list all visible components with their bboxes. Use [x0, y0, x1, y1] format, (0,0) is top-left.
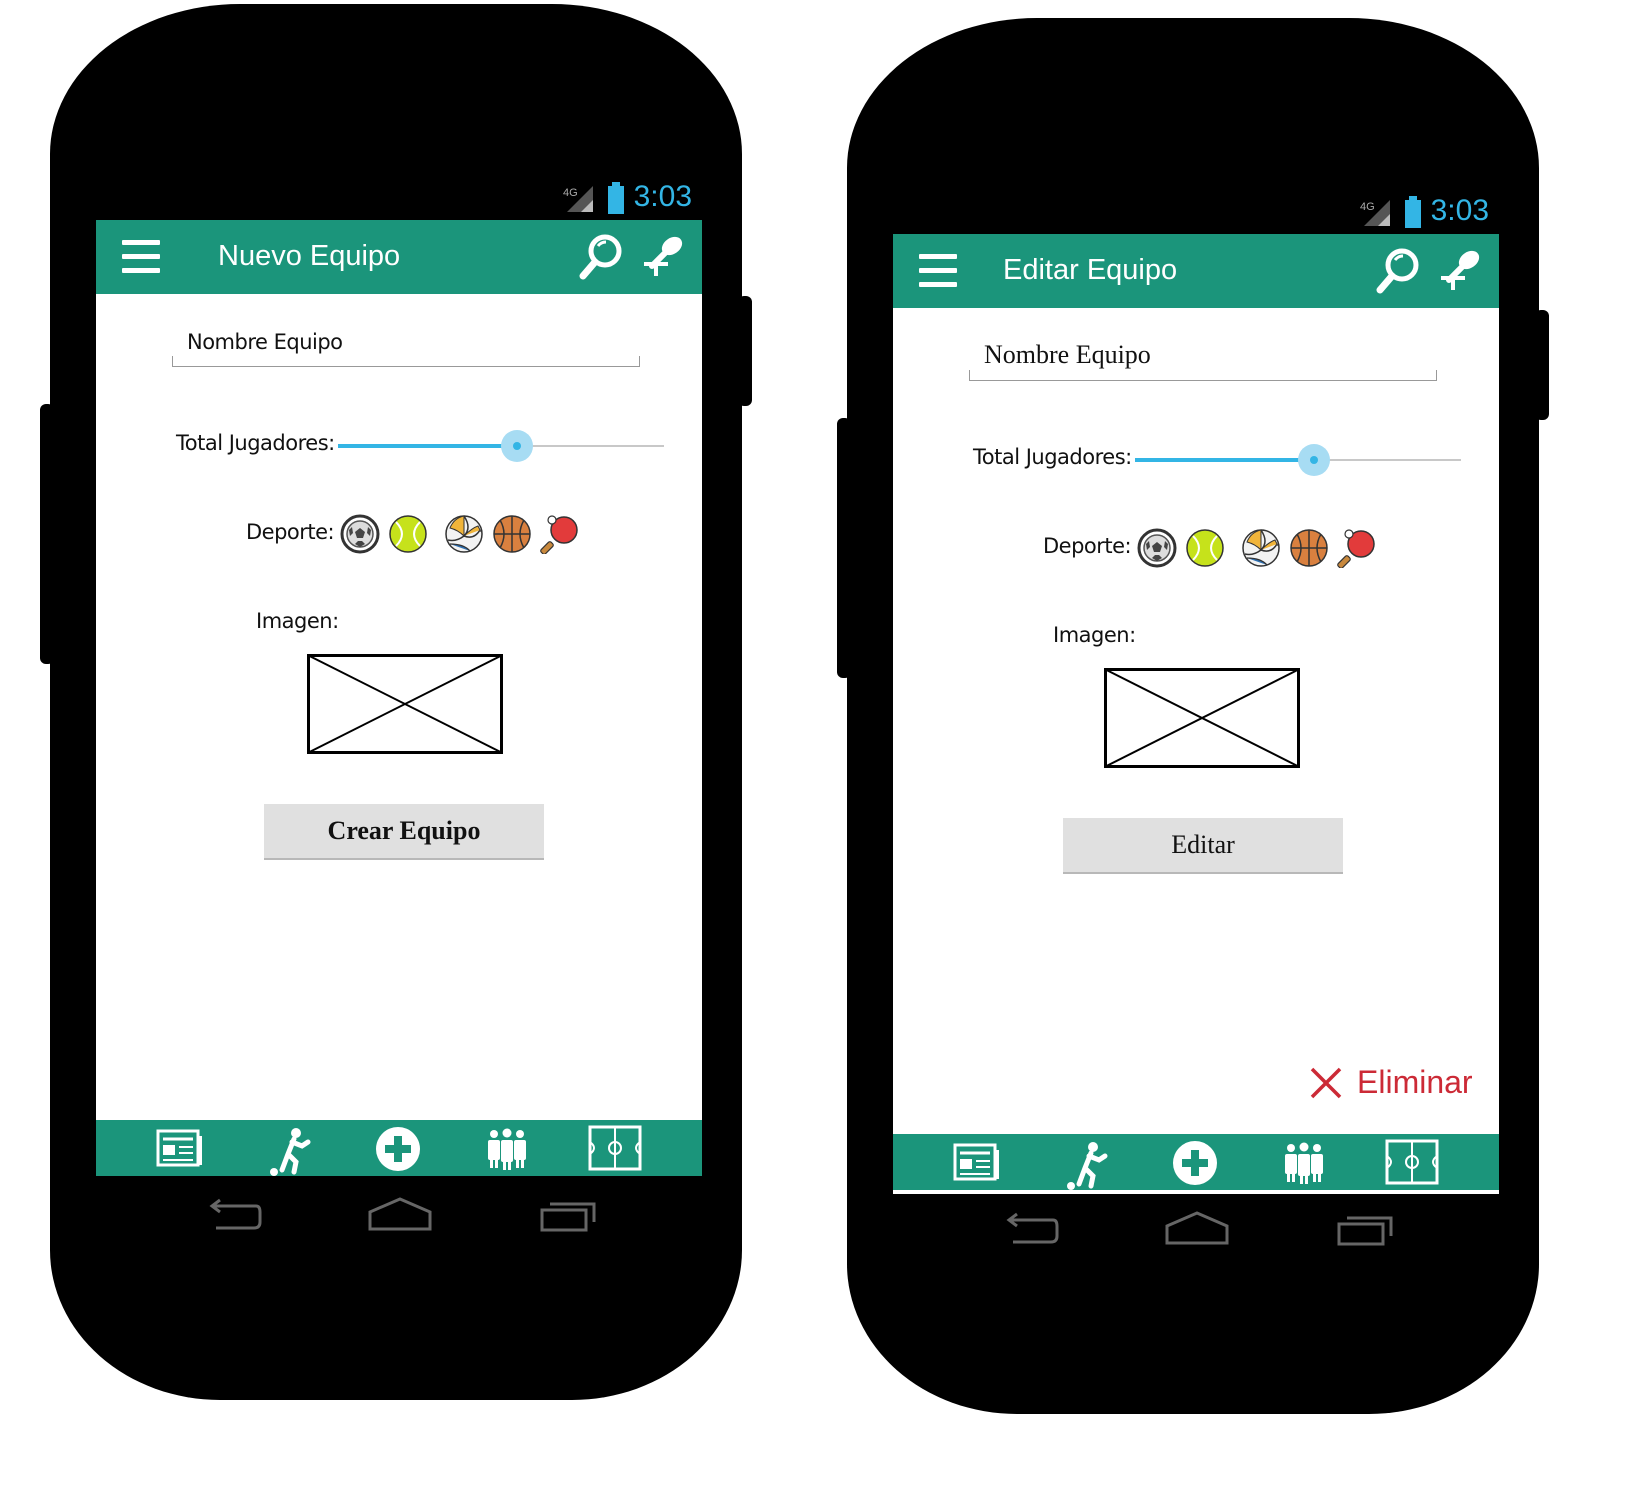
image-placeholder-icon[interactable] [307, 654, 503, 754]
svg-text:4G: 4G [1360, 201, 1375, 213]
power-button [738, 296, 752, 406]
image-label: Imagen: [1053, 623, 1136, 647]
team-name-placeholder: Nombre Equipo [187, 330, 343, 354]
player-icon[interactable] [1065, 1142, 1109, 1194]
recent-apps-icon[interactable] [1337, 1210, 1397, 1251]
search-icon[interactable] [1375, 246, 1421, 299]
microphone-icon[interactable] [1439, 248, 1483, 297]
home-icon[interactable] [1165, 1210, 1229, 1251]
app-bar: Editar Equipo [893, 234, 1499, 308]
image-label: Imagen: [256, 609, 339, 633]
hamburger-menu-icon[interactable] [122, 240, 160, 274]
ping-pong-paddle-icon[interactable] [540, 514, 580, 554]
status-bar: 4G 3:03 [96, 176, 702, 220]
field-icon[interactable] [1385, 1139, 1439, 1190]
basketball-icon[interactable] [492, 514, 532, 554]
delete-label: Eliminar [1357, 1064, 1473, 1100]
sport-label: Deporte: [1043, 534, 1132, 558]
add-icon[interactable] [375, 1126, 421, 1177]
battery-icon [1405, 196, 1421, 228]
soccer-ball-icon[interactable] [340, 514, 380, 554]
screen: 4G 3:03 Nuevo Equipo Nombre Equipo Total… [96, 176, 702, 1180]
clock: 3:03 [633, 180, 692, 213]
page-title: Nuevo Equipo [218, 240, 401, 272]
player-icon[interactable] [268, 1128, 312, 1180]
players-slider[interactable] [338, 430, 664, 462]
close-icon [1310, 1067, 1342, 1098]
clock: 3:03 [1430, 194, 1489, 227]
volume-button [40, 404, 54, 664]
sport-label: Deporte: [246, 520, 335, 544]
sport-picker [340, 514, 580, 554]
volleyball-icon[interactable] [1241, 528, 1281, 568]
volume-button [837, 418, 851, 678]
status-bar: 4G 3:03 [893, 190, 1499, 234]
signal-icon: 4G [1360, 198, 1394, 231]
back-icon[interactable] [999, 1212, 1059, 1251]
hamburger-menu-icon[interactable] [919, 254, 957, 288]
battery-icon [608, 182, 624, 214]
players-label: Total Jugadores: [176, 431, 335, 455]
image-placeholder-icon[interactable] [1104, 668, 1300, 768]
field-icon[interactable] [588, 1125, 642, 1176]
teams-icon[interactable] [486, 1128, 528, 1175]
slider-thumb[interactable] [501, 430, 533, 462]
system-nav-bar [96, 1180, 702, 1250]
svg-text:4G: 4G [563, 187, 578, 199]
players-label: Total Jugadores: [973, 445, 1132, 469]
tennis-ball-icon[interactable] [1185, 528, 1225, 568]
slider-thumb[interactable] [1298, 444, 1330, 476]
screen: 4G 3:03 Editar Equipo Nombre Equipo Tota… [893, 190, 1499, 1194]
signal-icon: 4G [563, 184, 597, 217]
tennis-ball-icon[interactable] [388, 514, 428, 554]
app-bar: Nuevo Equipo [96, 220, 702, 294]
ping-pong-paddle-icon[interactable] [1337, 528, 1377, 568]
soccer-ball-icon[interactable] [1137, 528, 1177, 568]
bottom-nav [893, 1134, 1499, 1190]
system-nav-bar [893, 1194, 1499, 1264]
basketball-icon[interactable] [1289, 528, 1329, 568]
teams-icon[interactable] [1283, 1142, 1325, 1189]
search-icon[interactable] [578, 232, 624, 285]
home-icon[interactable] [368, 1196, 432, 1237]
team-name-value: Nombre Equipo [984, 340, 1151, 369]
phone-right: 4G 3:03 Editar Equipo Nombre Equipo Tota… [837, 18, 1549, 1414]
bottom-nav [96, 1120, 702, 1176]
recent-apps-icon[interactable] [540, 1196, 600, 1237]
create-team-button[interactable]: Crear Equipo [264, 804, 544, 860]
volleyball-icon[interactable] [444, 514, 484, 554]
news-icon[interactable] [953, 1142, 1001, 1187]
delete-button[interactable]: Eliminar [1309, 1064, 1473, 1101]
page-title: Editar Equipo [1003, 254, 1178, 286]
edit-button[interactable]: Editar [1063, 818, 1343, 874]
news-icon[interactable] [156, 1128, 204, 1173]
back-icon[interactable] [202, 1198, 262, 1237]
power-button [1535, 310, 1549, 420]
add-icon[interactable] [1172, 1140, 1218, 1191]
players-slider[interactable] [1135, 444, 1461, 476]
sport-picker [1137, 528, 1377, 568]
phone-left: 4G 3:03 Nuevo Equipo Nombre Equipo Total… [40, 4, 752, 1400]
microphone-icon[interactable] [642, 234, 686, 283]
